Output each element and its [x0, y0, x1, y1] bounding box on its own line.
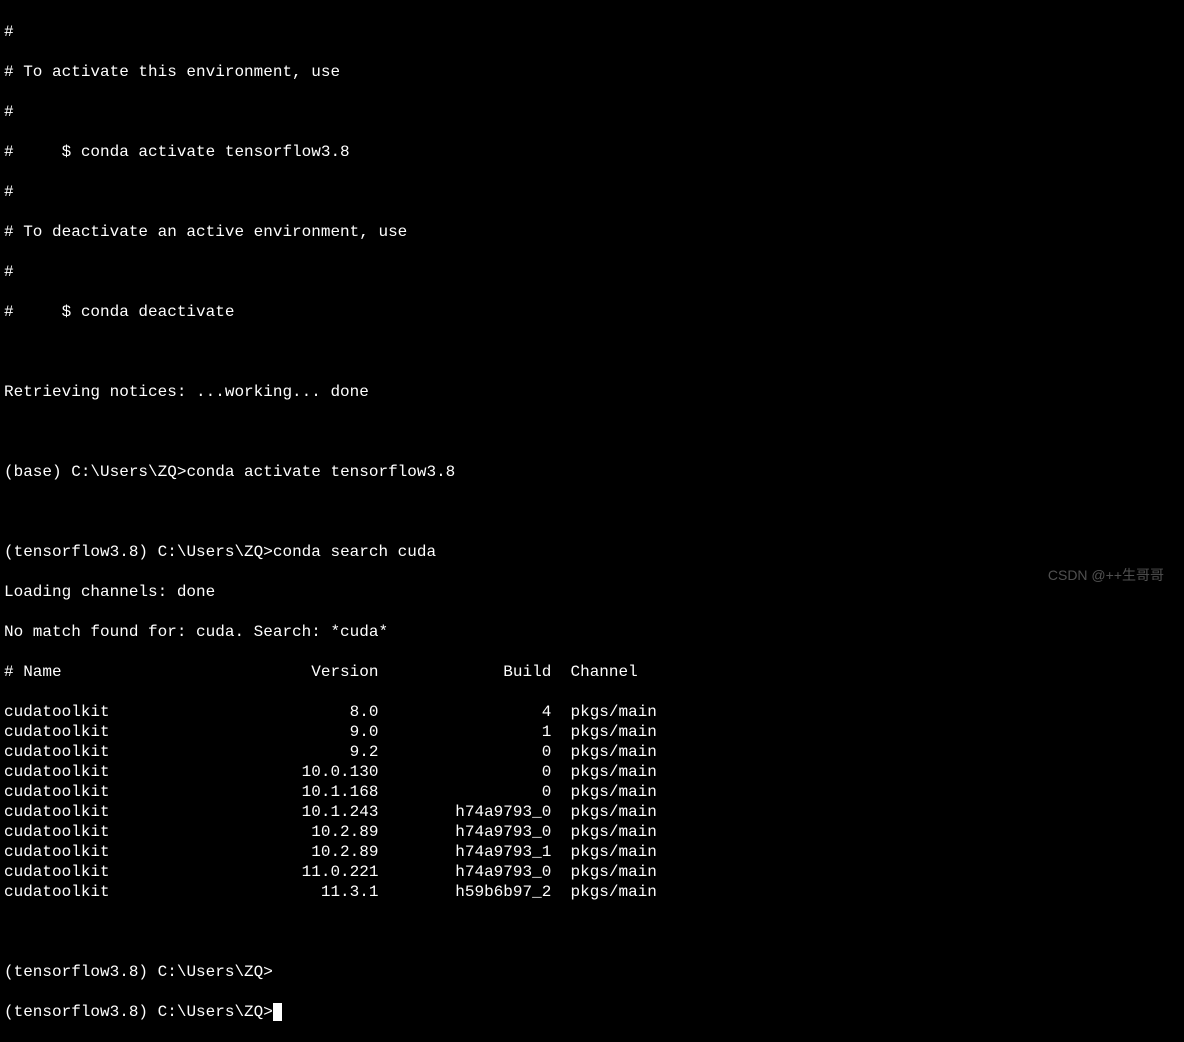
table-row: cudatoolkit 10.2.89 h74a9793_1 pkgs/main	[4, 842, 1180, 862]
table-row: cudatoolkit 10.0.130 0 pkgs/main	[4, 762, 1180, 782]
table-row: cudatoolkit 9.0 1 pkgs/main	[4, 722, 1180, 742]
table-row: cudatoolkit 8.0 4 pkgs/main	[4, 702, 1180, 722]
table-row: cudatoolkit 11.0.221 h74a9793_0 pkgs/mai…	[4, 862, 1180, 882]
comment-line: #	[4, 102, 1180, 122]
watermark-text: CSDN @++生哥哥	[1048, 567, 1164, 585]
table-row: cudatoolkit 10.1.243 h74a9793_0 pkgs/mai…	[4, 802, 1180, 822]
blank-line	[4, 922, 1180, 942]
env-label: (tensorflow3.8)	[4, 1003, 148, 1021]
command-text: conda activate tensorflow3.8	[186, 463, 455, 481]
cursor-icon	[273, 1003, 282, 1021]
prompt-line[interactable]: (tensorflow3.8) C:\Users\ZQ>	[4, 962, 1180, 982]
table-row: cudatoolkit 11.3.1 h59b6b97_2 pkgs/main	[4, 882, 1180, 902]
command-text: conda search cuda	[273, 543, 436, 561]
comment-line: # To activate this environment, use	[4, 62, 1180, 82]
blank-line	[4, 342, 1180, 362]
table-row: cudatoolkit 10.1.168 0 pkgs/main	[4, 782, 1180, 802]
path-label: C:\Users\ZQ>	[158, 543, 273, 561]
comment-line: #	[4, 262, 1180, 282]
path-label: C:\Users\ZQ>	[71, 463, 186, 481]
status-line: Loading channels: done	[4, 582, 1180, 602]
table-header: # Name Version Build Channel	[4, 662, 1180, 682]
path-label: C:\Users\ZQ>	[158, 963, 273, 981]
table-row: cudatoolkit 9.2 0 pkgs/main	[4, 742, 1180, 762]
blank-line	[4, 502, 1180, 522]
status-line: Retrieving notices: ...working... done	[4, 382, 1180, 402]
comment-line: #	[4, 22, 1180, 42]
env-label: (tensorflow3.8)	[4, 963, 148, 981]
blank-line	[4, 422, 1180, 442]
env-label: (base)	[4, 463, 62, 481]
comment-line: # $ conda deactivate	[4, 302, 1180, 322]
table-row: cudatoolkit 10.2.89 h74a9793_0 pkgs/main	[4, 822, 1180, 842]
table-body: cudatoolkit 8.0 4 pkgs/maincudatoolkit 9…	[4, 702, 1180, 902]
path-label: C:\Users\ZQ>	[158, 1003, 273, 1021]
prompt-line: (tensorflow3.8) C:\Users\ZQ>conda search…	[4, 542, 1180, 562]
comment-line: # To deactivate an active environment, u…	[4, 222, 1180, 242]
status-line: No match found for: cuda. Search: *cuda*	[4, 622, 1180, 642]
comment-line: #	[4, 182, 1180, 202]
terminal-output[interactable]: # # To activate this environment, use # …	[4, 2, 1180, 1042]
prompt-line[interactable]: (tensorflow3.8) C:\Users\ZQ>	[4, 1002, 1180, 1022]
comment-line: # $ conda activate tensorflow3.8	[4, 142, 1180, 162]
prompt-line: (base) C:\Users\ZQ>conda activate tensor…	[4, 462, 1180, 482]
env-label: (tensorflow3.8)	[4, 543, 148, 561]
